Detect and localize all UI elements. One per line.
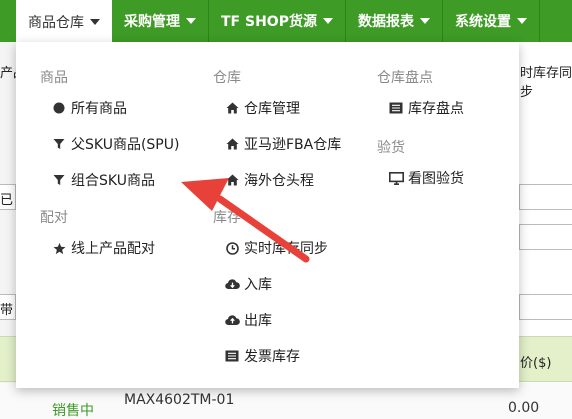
menu-item-stocktake[interactable]: 库存盘点 xyxy=(387,98,464,118)
nav-label: 系统设置 xyxy=(454,14,511,30)
menu-item-amazon-fba[interactable]: 亚马逊FBA仓库 xyxy=(223,134,341,154)
monitor-icon xyxy=(387,171,405,185)
menu-item-label: 实时库存同步 xyxy=(244,241,328,257)
cloud-upload-icon xyxy=(223,314,241,326)
menu-item-invoice-stock[interactable]: 发票库存 xyxy=(223,346,300,366)
list-icon xyxy=(223,350,241,362)
home-icon xyxy=(223,102,241,114)
category-stock: 库存 xyxy=(213,210,241,226)
category-products: 商品 xyxy=(40,70,68,86)
page-input-right-2[interactable] xyxy=(519,224,572,250)
products-warehouse-dropdown: 商品 所有商品 父SKU商品(SPU) 组合SKU商品 配对 线上产品配对 仓库… xyxy=(16,42,519,388)
nav-tf-shop[interactable]: TF SHOP货源 xyxy=(209,0,346,42)
menu-item-label: 组合SKU商品 xyxy=(71,173,155,189)
category-match: 配对 xyxy=(40,210,68,226)
menu-item-label: 海外仓头程 xyxy=(244,173,314,189)
menu-item-label: 线上产品配对 xyxy=(71,241,155,257)
menu-item-warehouse-management[interactable]: 仓库管理 xyxy=(223,98,300,118)
page-fragment-3: 带 xyxy=(0,303,14,318)
chevron-down-icon xyxy=(186,18,196,24)
menu-item-realtime-sync[interactable]: 实时库存同步 xyxy=(223,238,328,258)
nav-products-warehouse[interactable]: 商品仓库 xyxy=(16,0,112,44)
menu-item-combo-sku[interactable]: 组合SKU商品 xyxy=(50,170,155,190)
menu-item-label: 发票库存 xyxy=(244,349,300,365)
product-model: MAX4602TM-01 xyxy=(124,392,235,408)
menu-item-stock-out[interactable]: 出库 xyxy=(223,310,272,330)
nav-label: 数据报表 xyxy=(357,14,414,30)
menu-item-label: 入库 xyxy=(244,277,272,293)
chevron-down-icon xyxy=(516,18,527,24)
category-warehouse: 仓库 xyxy=(213,70,241,86)
circle-icon xyxy=(50,102,68,114)
nav-reports[interactable]: 数据报表 xyxy=(346,0,443,42)
home-icon xyxy=(223,174,241,186)
price-column-header: 价($) xyxy=(520,356,552,371)
product-price: 0.00 xyxy=(508,400,540,416)
nav-label: 采购管理 xyxy=(124,14,180,30)
home-icon xyxy=(223,138,241,150)
menu-item-label: 所有商品 xyxy=(71,101,127,117)
star-icon xyxy=(50,242,68,255)
category-inspection: 验货 xyxy=(377,140,405,156)
nav-label: 商品仓库 xyxy=(28,15,84,31)
top-nav: 商品仓库 采购管理 TF SHOP货源 数据报表 系统设置 xyxy=(0,0,572,44)
filter-icon xyxy=(50,174,68,186)
list-icon xyxy=(387,102,405,114)
page-header-sync: 时库存同步 xyxy=(520,66,572,100)
menu-item-online-match[interactable]: 线上产品配对 xyxy=(50,238,155,258)
menu-item-image-inspection[interactable]: 看图验货 xyxy=(387,168,464,188)
nav-label: TF SHOP货源 xyxy=(221,14,317,30)
nav-purchasing[interactable]: 采购管理 xyxy=(112,0,209,42)
menu-item-stock-in[interactable]: 入库 xyxy=(223,274,272,294)
clock-icon xyxy=(223,241,241,255)
page-input-right-3[interactable] xyxy=(519,294,572,320)
chevron-down-icon xyxy=(90,19,100,25)
menu-item-label: 库存盘点 xyxy=(408,101,464,117)
menu-item-parent-sku[interactable]: 父SKU商品(SPU) xyxy=(50,134,179,154)
page-input-right[interactable] xyxy=(519,184,572,210)
menu-item-overseas-first-leg[interactable]: 海外仓头程 xyxy=(223,170,314,190)
menu-item-label: 出库 xyxy=(244,313,272,329)
category-inventory-check: 仓库盘点 xyxy=(377,70,433,86)
cloud-download-icon xyxy=(223,278,241,290)
status-badge: 销售中 xyxy=(52,403,94,419)
menu-item-all-products[interactable]: 所有商品 xyxy=(50,98,127,118)
menu-item-label: 父SKU商品(SPU) xyxy=(71,137,180,153)
nav-settings[interactable]: 系统设置 xyxy=(443,0,540,42)
page-fragment-2: 已 xyxy=(0,193,14,208)
chevron-down-icon xyxy=(419,18,430,24)
menu-item-label: 亚马逊FBA仓库 xyxy=(244,137,342,153)
filter-icon xyxy=(50,138,68,150)
chevron-down-icon xyxy=(322,18,333,24)
menu-item-label: 看图验货 xyxy=(408,171,464,187)
menu-item-label: 仓库管理 xyxy=(244,101,300,117)
